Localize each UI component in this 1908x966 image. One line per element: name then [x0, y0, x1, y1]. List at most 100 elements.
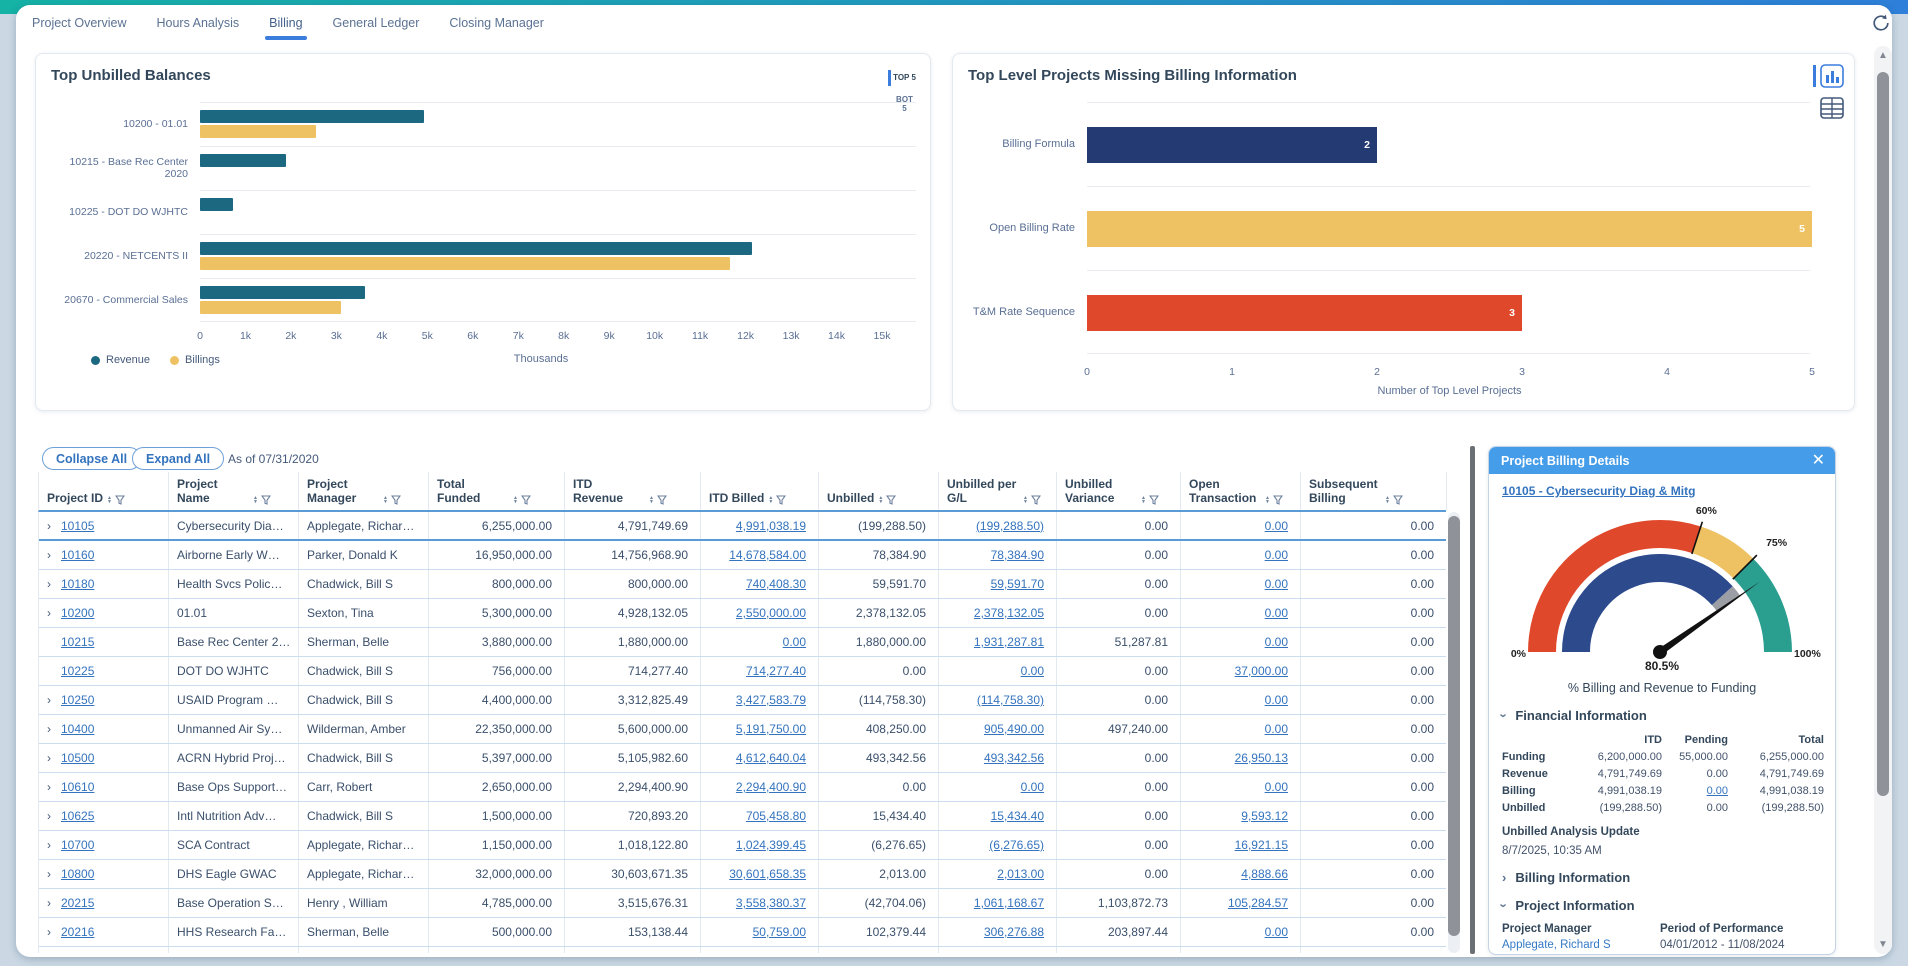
table-row-10610[interactable]: ›10610Base Ops Support…Carr, Robert2,650…: [39, 773, 1446, 802]
table-scrollbar[interactable]: [1448, 512, 1460, 953]
sort-icon[interactable]: ▲▼: [107, 496, 112, 504]
billed-link[interactable]: 2,294,400.90: [736, 780, 806, 794]
open_tx-link[interactable]: 9,593.12: [1241, 809, 1288, 823]
filter-icon[interactable]: [1031, 495, 1041, 505]
table-row-10250[interactable]: ›10250USAID Program …Chadwick, Bill S4,4…: [39, 686, 1446, 715]
bar-billings[interactable]: [200, 301, 341, 314]
sort-icon[interactable]: ▲▼: [1385, 496, 1390, 504]
table-row-partial[interactable]: [39, 947, 1446, 953]
unbilled_gl-link[interactable]: 78,384.90: [991, 548, 1044, 562]
bar-revenue[interactable]: [200, 110, 424, 123]
expand-chevron-icon[interactable]: ›: [47, 896, 58, 910]
tab-hours-analysis[interactable]: Hours Analysis: [156, 12, 239, 38]
billed-link[interactable]: 705,458.80: [746, 809, 806, 823]
expand-chevron-icon[interactable]: ›: [47, 809, 58, 823]
open_tx-link[interactable]: 0.00: [1265, 548, 1288, 562]
sort-icon[interactable]: ▲▼: [1023, 496, 1028, 504]
open_tx-link[interactable]: 105,284.57: [1228, 896, 1288, 910]
open_tx-link[interactable]: 37,000.00: [1235, 664, 1288, 678]
billed-link[interactable]: 3,558,380.37: [736, 896, 806, 910]
open_tx-link[interactable]: 0.00: [1265, 693, 1288, 707]
project-id-link[interactable]: 10625: [61, 809, 94, 823]
open_tx-link[interactable]: 26,950.13: [1235, 751, 1288, 765]
project-detail-link[interactable]: 10105 - Cybersecurity Diag & Mitg: [1502, 484, 1695, 498]
table-row-20216[interactable]: ›20216HHS Research Fa…Sherman, Belle500,…: [39, 918, 1446, 947]
project-manager-link[interactable]: Applegate, Richard S: [1502, 939, 1660, 951]
expand-chevron-icon[interactable]: ›: [47, 548, 58, 562]
project-id-link[interactable]: 10610: [61, 780, 94, 794]
project-id-link[interactable]: 10200: [61, 606, 94, 620]
unbilled_gl-link[interactable]: 15,434.40: [991, 809, 1044, 823]
billed-link[interactable]: 4,991,038.19: [736, 519, 806, 533]
collapse-all-button[interactable]: Collapse All: [42, 447, 141, 470]
expand-chevron-icon[interactable]: ›: [47, 751, 58, 765]
billed-link[interactable]: 14,678,584.00: [729, 548, 806, 562]
billed-link[interactable]: 50,759.00: [753, 925, 806, 939]
expand-all-button[interactable]: Expand All: [132, 447, 224, 470]
table-row-10180[interactable]: ›10180Health Svcs Polic…Chadwick, Bill S…: [39, 570, 1446, 599]
sort-icon[interactable]: ▲▼: [649, 496, 654, 504]
billed-link[interactable]: 30,601,658.35: [729, 867, 806, 881]
unbilled_gl-link[interactable]: 1,931,287.81: [974, 635, 1044, 649]
filter-icon[interactable]: [1149, 495, 1159, 505]
expand-chevron-icon[interactable]: ›: [47, 577, 58, 591]
project-id-link[interactable]: 20216: [61, 925, 94, 939]
filter-icon[interactable]: [1273, 495, 1283, 505]
bar-billings[interactable]: [200, 125, 316, 138]
table-row-10215[interactable]: 10215Base Rec Center 2…Sherman, Belle3,8…: [39, 628, 1446, 657]
billed-link[interactable]: 3,427,583.79: [736, 693, 806, 707]
unbilled_gl-link[interactable]: 59,591.70: [991, 577, 1044, 591]
project-id-link[interactable]: 10400: [61, 722, 94, 736]
sort-icon[interactable]: ▲▼: [513, 496, 518, 504]
project-id-link[interactable]: 10105: [61, 519, 94, 533]
table-row-10700[interactable]: ›10700SCA ContractApplegate, Richar…1,15…: [39, 831, 1446, 860]
page-scrollbar-thumb[interactable]: [1877, 72, 1889, 796]
bar-revenue[interactable]: [200, 198, 233, 211]
bar-revenue[interactable]: [200, 242, 752, 255]
table-row-10200[interactable]: ›1020001.01Sexton, Tina5,300,000.004,928…: [39, 599, 1446, 628]
table-row-10625[interactable]: ›10625Intl Nutrition Adv…Chadwick, Bill …: [39, 802, 1446, 831]
tab-closing-manager[interactable]: Closing Manager: [449, 12, 544, 38]
billed-link[interactable]: 2,550,000.00: [736, 606, 806, 620]
project-id-link[interactable]: 10215: [61, 635, 94, 649]
sort-icon[interactable]: ▲▼: [383, 496, 388, 504]
open_tx-link[interactable]: 0.00: [1265, 722, 1288, 736]
open_tx-link[interactable]: 0.00: [1265, 577, 1288, 591]
unbilled_gl-link[interactable]: 0.00: [1021, 780, 1044, 794]
sort-icon[interactable]: ▲▼: [1141, 496, 1146, 504]
open_tx-link[interactable]: 0.00: [1265, 635, 1288, 649]
expand-chevron-icon[interactable]: ›: [47, 722, 58, 736]
unbilled_gl-link[interactable]: 1,061,168.67: [974, 896, 1044, 910]
unbilled_gl-link[interactable]: 493,342.56: [984, 751, 1044, 765]
sort-icon[interactable]: ▲▼: [1265, 496, 1270, 504]
billed-link[interactable]: 714,277.40: [746, 664, 806, 678]
sort-icon[interactable]: ▲▼: [768, 496, 773, 504]
bar-revenue[interactable]: [200, 286, 365, 299]
table-row-20215[interactable]: ›20215Base Operation S…Henry , William4,…: [39, 889, 1446, 918]
page-scrollbar[interactable]: ▲ ▼: [1874, 46, 1892, 954]
fin-pending-link[interactable]: 0.00: [1707, 785, 1728, 797]
table-row-10225[interactable]: 10225DOT DO WJHTCChadwick, Bill S756,000…: [39, 657, 1446, 686]
filter-icon[interactable]: [776, 495, 786, 505]
expand-chevron-icon[interactable]: ›: [47, 925, 58, 939]
project-id-link[interactable]: 10250: [61, 693, 94, 707]
table-row-10105[interactable]: ›10105Cybersecurity Dia…Applegate, Richa…: [39, 512, 1446, 541]
project-id-link[interactable]: 10500: [61, 751, 94, 765]
billed-link[interactable]: 1,024,399.45: [736, 838, 806, 852]
tab-general-ledger[interactable]: General Ledger: [333, 12, 420, 38]
table-view-icon[interactable]: [1820, 96, 1844, 120]
project-id-link[interactable]: 10225: [61, 664, 94, 678]
unbilled_gl-link[interactable]: 0.00: [1021, 664, 1044, 678]
project-id-link[interactable]: 20215: [61, 896, 94, 910]
filter-icon[interactable]: [261, 495, 271, 505]
filter-icon[interactable]: [521, 495, 531, 505]
refresh-icon[interactable]: [1870, 12, 1892, 34]
table-row-10500[interactable]: ›10500ACRN Hybrid Proj…Chadwick, Bill S5…: [39, 744, 1446, 773]
filter-icon[interactable]: [115, 495, 125, 505]
billed-link[interactable]: 4,612,640.04: [736, 751, 806, 765]
bar-open-billing-rate[interactable]: 5: [1087, 211, 1812, 247]
financial-information-section[interactable]: › Financial Information: [1502, 708, 1822, 723]
open_tx-link[interactable]: 4,888.66: [1241, 867, 1288, 881]
unbilled_gl-link[interactable]: (6,276.65): [989, 838, 1044, 852]
tab-billing[interactable]: Billing: [269, 12, 302, 38]
